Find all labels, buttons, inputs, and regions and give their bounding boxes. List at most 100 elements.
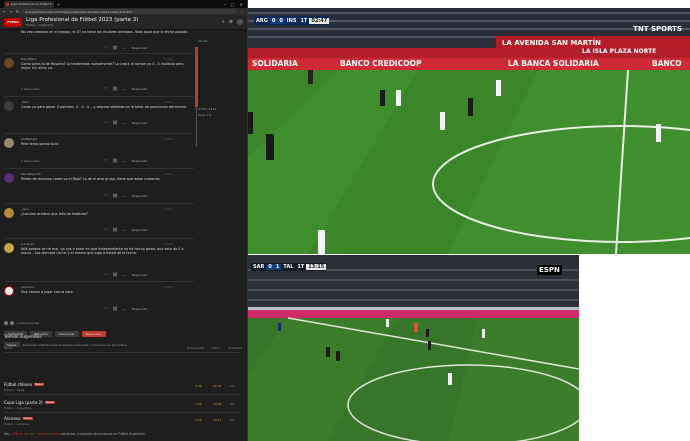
reply-button[interactable]: Responder bbox=[132, 46, 148, 50]
reply-button[interactable]: Responder bbox=[132, 194, 148, 198]
user-avatar[interactable] bbox=[237, 19, 243, 25]
participant-avatar[interactable] bbox=[10, 321, 14, 325]
new-tab-button[interactable]: + bbox=[57, 2, 60, 7]
post-username[interactable]: _Kalli bbox=[21, 100, 29, 104]
browser-toolbar: ← → ↻ ar.fuegodelmundo.com/t/liga-profes… bbox=[0, 8, 247, 15]
suggested-category[interactable]: Fútbol • Ascenso bbox=[4, 422, 29, 426]
more-icon[interactable]: … bbox=[123, 306, 127, 311]
link-icon[interactable]: ⛓ bbox=[113, 158, 118, 163]
minimize-icon[interactable]: – bbox=[224, 2, 226, 7]
replies-toggle[interactable]: 1 Respuesta bbox=[21, 159, 39, 163]
forward-icon[interactable]: → bbox=[9, 9, 12, 14]
like-icon[interactable]: ♡ bbox=[104, 193, 108, 198]
link-icon[interactable]: ⛓ bbox=[113, 86, 118, 91]
topic-category[interactable]: Fútbol • Argentina bbox=[26, 23, 138, 27]
avatar[interactable] bbox=[4, 243, 14, 253]
like-icon[interactable]: ♡ bbox=[104, 45, 108, 50]
link-icon[interactable]: ⛓ bbox=[113, 120, 118, 125]
suggested-topic-title[interactable]: Fútbol chileno bbox=[4, 382, 32, 387]
like-icon[interactable]: ♡ bbox=[104, 227, 108, 232]
team1-name: ARG bbox=[256, 17, 268, 24]
unread-link[interactable]: 158 sin leer bbox=[11, 432, 30, 436]
reply-button[interactable]: Responder bbox=[132, 273, 148, 277]
like-icon[interactable]: ♡ bbox=[104, 158, 108, 163]
post-username[interactable]: DanyMess bbox=[21, 57, 36, 61]
site-logo[interactable]: FUEGO bbox=[4, 17, 22, 27]
like-icon[interactable]: ♡ bbox=[104, 306, 108, 311]
suggested-category[interactable]: Fútbol • Chile bbox=[4, 388, 24, 392]
avatar[interactable] bbox=[4, 286, 14, 296]
timeline-handle[interactable] bbox=[195, 47, 198, 107]
post-username[interactable]: psusomo bbox=[21, 285, 35, 289]
post-body: Pelota de Ascenso como va el Rojo? Lo de… bbox=[21, 177, 161, 181]
favicon-icon bbox=[6, 2, 9, 6]
maximize-icon[interactable]: □ bbox=[231, 2, 235, 7]
like-icon[interactable]: ♡ bbox=[104, 120, 108, 125]
post-username[interactable]: LitoBengel bbox=[21, 137, 37, 141]
post-actions: ♡ ⛓ … Responder bbox=[104, 158, 148, 163]
reply-button[interactable]: Responder bbox=[132, 87, 148, 91]
ad-credicoop: BANCO CREDICOOP bbox=[340, 59, 422, 68]
reply-button[interactable]: Responder bbox=[132, 228, 148, 232]
reply-button[interactable]: Responder bbox=[132, 307, 148, 311]
activity-time: 3d bbox=[230, 402, 234, 406]
more-icon[interactable]: … bbox=[123, 45, 127, 50]
reply-button[interactable]: Responder bbox=[132, 121, 148, 125]
avatar[interactable] bbox=[4, 173, 14, 183]
more-icon[interactable]: … bbox=[123, 227, 127, 232]
avatar[interactable] bbox=[4, 208, 14, 218]
match-frame-1 bbox=[248, 8, 690, 254]
post-username[interactable]: _Jaco bbox=[21, 207, 29, 211]
link-icon[interactable]: ⛓ bbox=[113, 45, 118, 50]
more-icon[interactable]: … bbox=[123, 158, 127, 163]
like-icon[interactable]: ♡ bbox=[104, 86, 108, 91]
match-frame-2 bbox=[248, 255, 579, 441]
reply-button[interactable]: Responder bbox=[132, 159, 148, 163]
close-window-icon[interactable]: ✕ bbox=[240, 2, 243, 7]
post-username[interactable]: FalcaRoja102 bbox=[21, 172, 41, 176]
extensions-icon[interactable]: ⋮ bbox=[240, 9, 244, 14]
more-icon[interactable]: … bbox=[123, 193, 127, 198]
suggested-topic-title[interactable]: Copa Liga (parte 2) bbox=[4, 400, 43, 405]
like-icon[interactable]: ♡ bbox=[104, 272, 108, 277]
suggested-category[interactable]: Fútbol • Argentina bbox=[4, 406, 32, 410]
more-icon[interactable]: … bbox=[123, 272, 127, 277]
link-icon[interactable]: ⛓ bbox=[113, 272, 118, 277]
timeline-start: 20 oct bbox=[198, 39, 208, 43]
video-stream-1[interactable]: SOLIDARIA BANCO CREDICOOP LA BANCA SOLID… bbox=[248, 8, 690, 254]
channel-logo: TNT SPORTS bbox=[633, 25, 682, 33]
reply-topic-button[interactable]: Responder bbox=[81, 331, 106, 337]
replies-toggle[interactable]: 1 Respuesta bbox=[21, 87, 39, 91]
suggested-topic-title[interactable]: Ascenso bbox=[4, 416, 21, 421]
new-topics-link[interactable]: 7 nuevos temas bbox=[34, 432, 59, 436]
search-icon[interactable]: ⌕ bbox=[222, 19, 225, 25]
link-icon[interactable]: ⛓ bbox=[113, 227, 118, 232]
scoreboard-2: SAR 0 1 TAL 1T 13:15 bbox=[251, 263, 327, 271]
reload-icon[interactable]: ↻ bbox=[16, 9, 19, 14]
post: DanyMess 1 min Como pinta lo de Rosario?… bbox=[4, 57, 194, 93]
col-views: Vistas bbox=[211, 346, 220, 350]
post-actions: ♡ ⛓ … Responder bbox=[104, 227, 148, 232]
video-stream-2[interactable]: SAR 0 1 TAL 1T 13:15 ESPN bbox=[248, 255, 579, 441]
scoreboard: ARG 0 0 INS 1T 02:47 bbox=[254, 16, 330, 25]
timeline-sub: hace 1 h bbox=[198, 113, 211, 117]
back-icon[interactable]: ← bbox=[3, 9, 6, 14]
post-time: 1 min bbox=[164, 137, 173, 141]
flag-button[interactable]: Denunciar bbox=[55, 331, 79, 337]
link-icon[interactable]: ⛓ bbox=[113, 193, 118, 198]
topic-timeline[interactable]: 20 oct 3776 / 5214 hace 1 h bbox=[195, 39, 222, 149]
avatar[interactable] bbox=[4, 58, 14, 68]
avatar[interactable] bbox=[4, 101, 14, 111]
close-tab-icon[interactable]: ✕ bbox=[50, 2, 52, 6]
avatar[interactable] bbox=[4, 138, 14, 148]
post: FalcaRoja102 1 min Pelota de Ascenso com… bbox=[4, 172, 194, 200]
post-body: Como ya paro ganar 0 partidos, 0 - 0 - 0… bbox=[21, 105, 188, 109]
post-username[interactable]: LuisGrau bbox=[21, 242, 34, 246]
browser-tab[interactable]: Liga Profesional de Fútbol 2 ✕ bbox=[4, 0, 54, 8]
menu-icon[interactable]: ≡ bbox=[229, 19, 233, 25]
more-icon[interactable]: … bbox=[123, 120, 127, 125]
address-bar[interactable]: ar.fuegodelmundo.com/t/liga-profesional-… bbox=[22, 9, 237, 14]
link-icon[interactable]: ⛓ bbox=[113, 306, 118, 311]
more-icon[interactable]: … bbox=[123, 86, 127, 91]
participant-avatar[interactable] bbox=[4, 321, 8, 325]
